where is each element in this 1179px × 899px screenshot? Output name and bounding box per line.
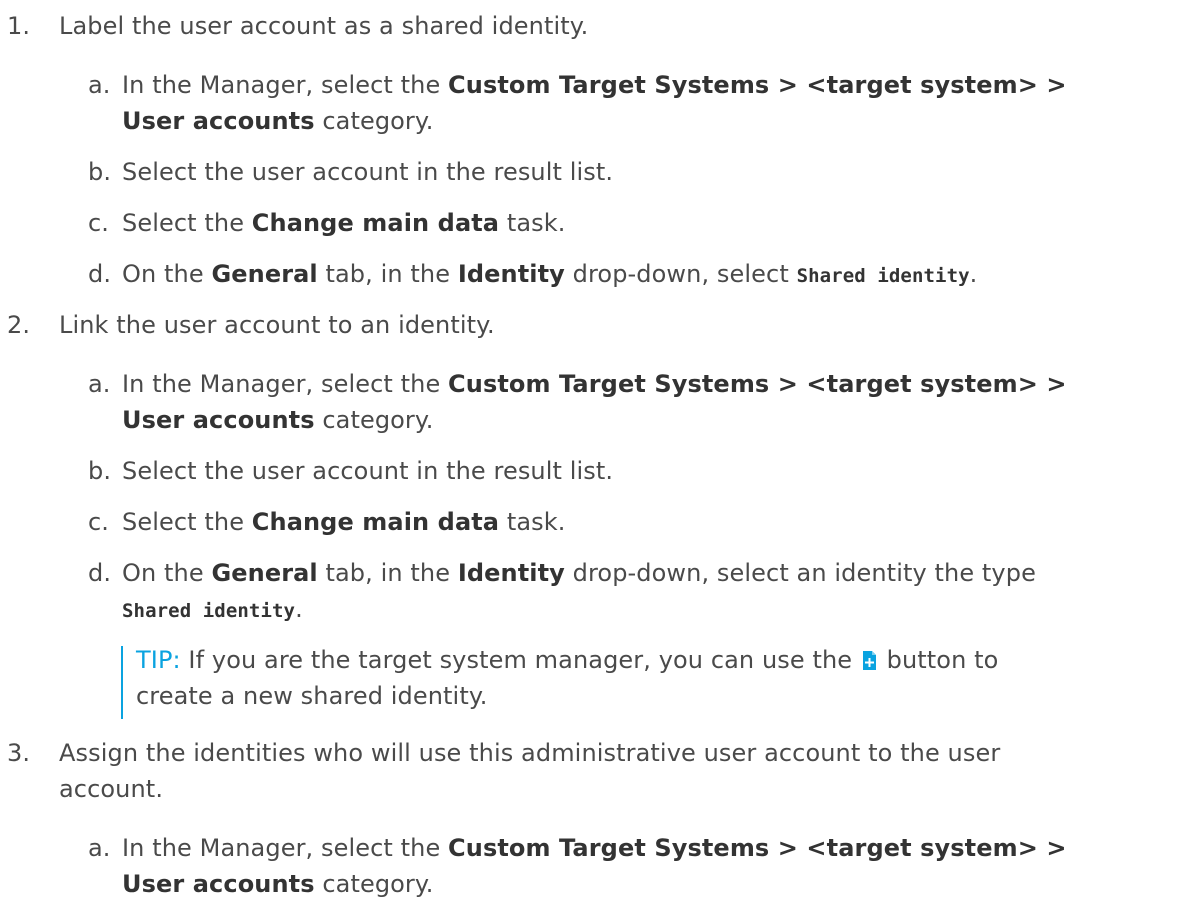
step-text: Label the user account as a shared ident… (59, 12, 589, 40)
substep-text: On the General tab, in the Identity drop… (122, 559, 1036, 587)
substep-text: In the Manager, select the Custom Target… (122, 834, 1067, 862)
substep-letter: a. (88, 834, 111, 862)
tip-label: TIP: (136, 646, 181, 674)
substep-text-cont: User accounts category. (122, 406, 434, 434)
substep-letter: d. (88, 559, 112, 587)
substep-text-cont: User accounts category. (122, 107, 434, 135)
substep-text: Select the Change main data task. (122, 209, 566, 237)
substep-text: In the Manager, select the Custom Target… (122, 370, 1067, 398)
code-text: Shared identity (122, 600, 296, 622)
step-text: Assign the identities who will use this … (59, 739, 1001, 767)
substep-text-cont: User accounts category. (122, 870, 434, 898)
substep-letter: a. (88, 370, 111, 398)
substep-text: On the General tab, in the Identity drop… (122, 260, 978, 288)
step-number: 1. (7, 12, 31, 40)
tip-accent-bar (121, 646, 123, 719)
substep-text: In the Manager, select the Custom Target… (122, 71, 1067, 99)
substep-letter: c. (88, 209, 110, 237)
step-text-cont: account. (59, 775, 164, 803)
substep-letter: b. (88, 457, 112, 485)
substep-text: Select the user account in the result li… (122, 158, 614, 186)
substep-text-cont: Shared identity. (122, 595, 303, 623)
add-document-icon (862, 648, 877, 670)
step-number: 3. (7, 739, 31, 767)
code-text: Shared identity (796, 265, 970, 287)
step-text: Link the user account to an identity. (59, 311, 495, 339)
step-number: 2. (7, 311, 31, 339)
substep-letter: b. (88, 158, 112, 186)
substep-letter: a. (88, 71, 111, 99)
substep-text: Select the user account in the result li… (122, 457, 614, 485)
substep-letter: c. (88, 508, 110, 536)
tip-text: TIP: If you are the target system manage… (136, 646, 999, 674)
substep-letter: d. (88, 260, 112, 288)
tip-text-cont: create a new shared identity. (136, 682, 488, 710)
substep-text: Select the Change main data task. (122, 508, 566, 536)
